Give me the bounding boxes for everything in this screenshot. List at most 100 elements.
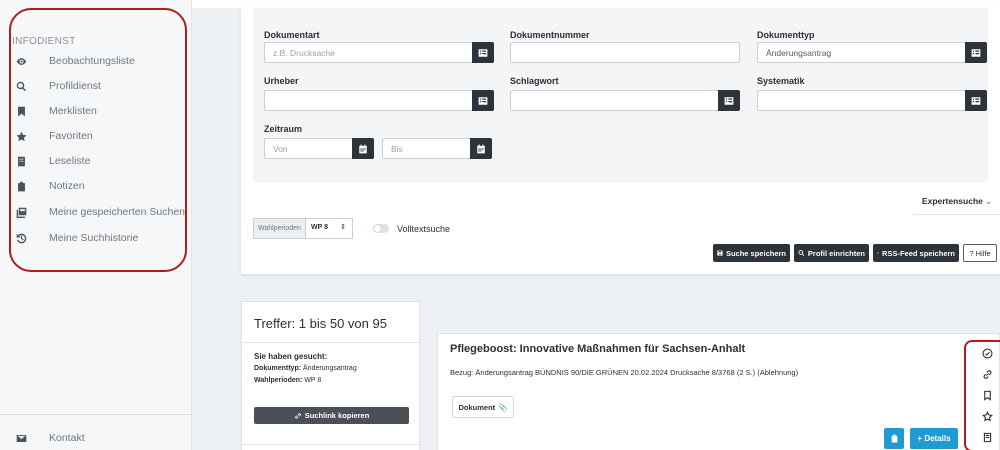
volltext-label: Volltextsuche [397,224,451,234]
result-reference: Bezug: Änderungsantrag BÜNDNIS 90/DIE GR… [450,368,799,377]
sidebar-item-kontakt[interactable]: Kontakt [0,427,190,449]
wahlperioden-label: Wahlperioden [254,219,306,238]
dokumenttyp-list-button[interactable] [965,42,987,63]
star-icon[interactable] [981,410,993,422]
dokumentart-placeholder: z.B. Drucksache [273,48,335,58]
copy-to-clipboard-button[interactable] [884,428,904,449]
bookmark-icon [15,105,27,117]
sidebar-item-beobachtungsliste[interactable]: Beobachtungsliste [0,50,190,72]
document-label: Dokument [458,402,496,412]
sidebar-item-label: Kontakt [49,432,85,444]
saved-searches-icon [15,206,27,218]
sidebar-section-title: INFODIENST [12,36,76,47]
expert-search-label: Expertensuche [921,196,983,206]
systematik-label: Systematik [757,76,805,86]
wahlperioden-value: WP 8 [311,224,328,231]
sidebar-item-label: Merklisten [49,105,97,117]
criteria-value: Änderungsantrag [303,365,357,372]
wahlperioden-select[interactable]: Wahlperioden WP 8 ⇕ [253,218,353,239]
details-label: + Details [917,434,951,443]
book-icon[interactable] [981,431,993,443]
list-icon [478,48,488,57]
list-icon [478,96,488,105]
result-card: Pflegeboost: Innovative Maßnahmen für Sa… [437,333,1000,450]
systematik-list-button[interactable] [965,90,987,111]
schlagwort-field[interactable] [510,90,740,111]
searched-label: Sie haben gesucht: [254,352,328,361]
list-icon [724,96,734,105]
sidebar-item-merklisten[interactable]: Merklisten [0,100,190,122]
sidebar-item-gespeicherte-suchen[interactable]: Meine gespeicherten Suchen [0,201,190,223]
calendar-icon [359,144,367,153]
dokumenttyp-field[interactable]: Änderungsantrag [757,42,987,63]
von-calendar-button[interactable] [352,138,374,159]
dokumentart-label: Dokumentart [264,30,320,40]
check-circle-icon[interactable] [981,347,993,359]
criteria-value: WP 8 [304,377,322,384]
criteria-key: Dokumenttyp: [254,365,302,372]
search-icon [798,249,805,256]
bis-calendar-button[interactable] [470,138,492,159]
rss-save-button[interactable]: RSS-Feed speichern [873,244,959,262]
sidebar-item-label: Favoriten [49,130,93,142]
sidebar-item-favoriten[interactable]: Favoriten [0,125,190,147]
sidebar-item-profildienst[interactable]: Profildienst [0,75,190,97]
sidebar-item-leseliste[interactable]: Leseliste [0,150,190,172]
search-form: Dokumentart z.B. Drucksache Dokumentnumm… [253,8,988,182]
schlagwort-label: Schlagwort [510,76,559,86]
eye-icon [15,55,27,67]
bookmark-icon[interactable] [981,389,993,401]
copy-search-link-label: Suchlink kopieren [304,411,370,420]
envelope-icon [15,432,27,444]
hits-summary-card: Treffer: 1 bis 50 von 95 Sie haben gesuc… [241,301,420,450]
sidebar-item-notizen[interactable]: Notizen [0,175,190,197]
sidebar-item-label: Meine Suchhistorie [49,232,139,244]
urheber-list-button[interactable] [472,90,494,111]
help-label: ? Hilfe [969,248,991,258]
book-icon [15,155,27,167]
link-icon[interactable] [981,368,993,380]
rss-save-label: RSS-Feed speichern [882,248,955,258]
systematik-field[interactable] [757,90,987,111]
dokumentnummer-field[interactable] [510,42,740,63]
result-title[interactable]: Pflegeboost: Innovative Maßnahmen für Sa… [450,343,745,355]
profile-setup-button[interactable]: Profil einrichten [794,244,869,262]
link-icon [294,412,301,419]
zeitraum-von-field[interactable]: Von [264,138,374,159]
document-button[interactable]: Dokument 📎 [452,396,514,418]
hits-title: Treffer: 1 bis 50 von 95 [254,316,387,331]
clipboard-icon [891,434,897,443]
zeitraum-von-placeholder: Von [273,144,288,154]
zeitraum-label: Zeitraum [264,124,303,134]
dokumentart-list-button[interactable] [472,42,494,63]
sidebar-item-label: Beobachtungsliste [49,55,135,67]
sidebar-item-label: Profildienst [49,80,101,92]
dokumentart-field[interactable]: z.B. Drucksache [264,42,494,63]
select-arrows-icon: ⇕ [340,224,346,231]
expert-search-toggle[interactable]: Expertensuche ⌄ [922,196,992,207]
dokumenttyp-value: Änderungsantrag [766,48,832,58]
profile-setup-label: Profil einrichten [807,248,865,258]
save-search-button[interactable]: Suche speichern [713,244,790,262]
help-button[interactable]: ? Hilfe [963,244,997,262]
list-icon [971,96,981,105]
criteria-line: Wahlperioden: WP 8 [254,377,321,384]
criteria-line: Dokumenttyp: Änderungsantrag [254,365,357,372]
calendar-icon [477,144,485,153]
expert-divider [913,214,1000,215]
criteria-key: Wahlperioden: [254,377,303,384]
schlagwort-list-button[interactable] [718,90,740,111]
star-icon [15,130,27,142]
sidebar-item-label: Leseliste [49,155,91,167]
sidebar-item-label: Notizen [49,180,85,192]
sidebar: INFODIENST Beobachtungsliste Profildiens… [0,0,192,450]
urheber-field[interactable] [264,90,494,111]
sidebar-item-suchhistorie[interactable]: Meine Suchhistorie [0,227,190,249]
save-icon [717,250,723,256]
dokumenttyp-label: Dokumenttyp [757,30,815,40]
zeitraum-bis-field[interactable]: Bis [382,138,492,159]
volltext-toggle[interactable] [373,224,389,233]
save-search-label: Suche speichern [725,248,786,258]
details-button[interactable]: + Details [910,428,958,449]
copy-search-link-button[interactable]: Suchlink kopieren [254,407,409,424]
